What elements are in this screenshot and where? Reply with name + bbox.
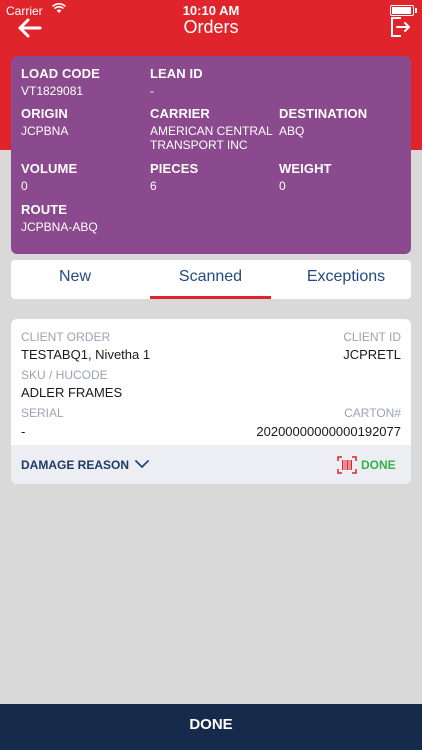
done-button[interactable]: DONE xyxy=(0,704,422,750)
logout-icon[interactable] xyxy=(388,15,412,39)
pieces-value: 6 xyxy=(150,179,157,193)
damage-reason-bar: DAMAGE REASON DONE xyxy=(11,445,411,484)
load-code-label: LOAD CODE xyxy=(21,66,100,81)
client-order-value: TESTABQ1, Nivetha 1 xyxy=(21,347,151,362)
origin-label: ORIGIN xyxy=(21,106,68,121)
page-title: Orders xyxy=(183,17,239,37)
tab-scanned[interactable]: Scanned xyxy=(150,260,271,299)
route-value: JCPBNA-ABQ xyxy=(21,220,98,234)
pieces-label: PIECES xyxy=(150,161,199,176)
origin-field: ORIGIN JCPBNA xyxy=(21,106,68,138)
route-field: ROUTE JCPBNA-ABQ xyxy=(21,202,98,234)
scan-status-label: DONE xyxy=(361,458,396,472)
carrier-field: CARRIER AMERICAN CENTRAL TRANSPORT INC xyxy=(150,106,276,152)
sku-value: ADLER FRAMES xyxy=(21,385,123,400)
weight-field: WEIGHT 0 xyxy=(279,161,332,193)
barcode-scan-icon xyxy=(337,456,357,474)
tab-scanned-label: Scanned xyxy=(178,268,243,285)
volume-field: VOLUME 0 xyxy=(21,161,77,193)
client-id-value: JCPRETL xyxy=(343,347,401,362)
load-code-field: LOAD CODE VT1829081 xyxy=(21,66,100,98)
tab-exceptions-label: Exceptions xyxy=(306,268,386,285)
carton-label: CARTON# xyxy=(344,406,401,420)
tab-new-label: New xyxy=(58,268,91,285)
done-button-label: DONE xyxy=(189,716,233,733)
volume-label: VOLUME xyxy=(21,161,78,176)
order-tabs: New Scanned Exceptions xyxy=(11,260,411,299)
active-tab-indicator xyxy=(150,296,271,299)
tab-new[interactable]: New xyxy=(11,260,139,299)
tab-exceptions[interactable]: Exceptions xyxy=(281,260,411,299)
sku-label: SKU / HUCODE xyxy=(21,368,108,382)
carrier-value: AMERICAN CENTRAL TRANSPORT INC xyxy=(150,124,273,152)
carrier-label: CARRIER xyxy=(150,106,210,121)
carton-value: 20200000000000192077 xyxy=(256,424,401,439)
scan-status[interactable]: DONE xyxy=(337,456,399,474)
client-id-label: CLIENT ID xyxy=(343,330,401,344)
pieces-field: PIECES 6 xyxy=(150,161,198,193)
damage-reason-dropdown[interactable]: DAMAGE REASON xyxy=(21,458,129,472)
volume-value: 0 xyxy=(21,179,28,193)
lean-id-label: LEAN ID xyxy=(150,66,203,81)
client-order-label: CLIENT ORDER xyxy=(21,330,111,344)
lean-id-value: - xyxy=(150,84,154,98)
scanned-order-card: CLIENT ORDER TESTABQ1, Nivetha 1 CLIENT … xyxy=(11,319,411,484)
load-summary-card: LOAD CODE VT1829081 LEAN ID - ORIGIN JCP… xyxy=(11,56,411,254)
battery-tip xyxy=(415,8,417,13)
chevron-down-icon[interactable] xyxy=(135,458,149,470)
route-label: ROUTE xyxy=(21,202,67,217)
destination-value: ABQ xyxy=(279,124,305,138)
weight-value: 0 xyxy=(279,179,286,193)
serial-label: SERIAL xyxy=(21,406,64,420)
serial-value: - xyxy=(21,424,26,439)
lean-id-field: LEAN ID - xyxy=(150,66,203,98)
weight-label: WEIGHT xyxy=(279,161,332,176)
destination-field: DESTINATION ABQ xyxy=(279,106,367,138)
destination-label: DESTINATION xyxy=(279,106,368,121)
nav-bar: Orders xyxy=(0,14,422,42)
origin-value: JCPBNA xyxy=(21,124,69,138)
load-code-value: VT1829081 xyxy=(21,84,84,98)
